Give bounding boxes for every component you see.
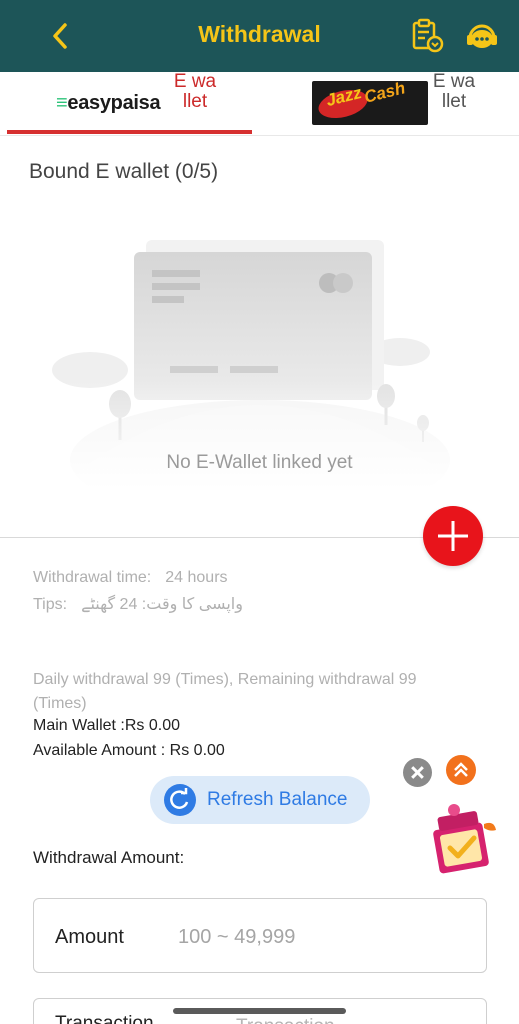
- withdrawal-time-value: 24 hours: [165, 569, 228, 586]
- tab-jazzcash-label: E wallet: [432, 71, 476, 112]
- active-tab-indicator: [7, 130, 252, 134]
- empty-wallet-illustration: [40, 240, 480, 490]
- chevron-left-icon: [53, 23, 67, 49]
- easypaisa-mark-icon: ≡: [56, 92, 68, 114]
- withdrawal-time-row: Withdrawal time: 24 hours: [33, 569, 228, 587]
- double-chevron-up-icon: [454, 762, 468, 777]
- empty-state-text: No E-Wallet linked yet: [166, 452, 353, 473]
- withdrawal-history-button[interactable]: [408, 18, 446, 54]
- promo-gift-button[interactable]: [424, 800, 504, 880]
- available-amount: Available Amount : Rs 0.00: [33, 742, 225, 759]
- bound-wallet-title: Bound E wallet (0/5): [29, 160, 219, 183]
- top-bar: Withdrawal: [0, 0, 519, 72]
- tips-row: Tips: واپسی کا وقت: 24 گھنٹے: [33, 594, 243, 614]
- amount-field: Amount: [33, 898, 487, 973]
- gift-box-icon: [433, 804, 496, 874]
- withdrawal-time-label: Withdrawal time:: [33, 569, 152, 586]
- headset-icon: [467, 24, 497, 48]
- home-indicator[interactable]: [173, 1008, 346, 1014]
- amount-label: Amount: [55, 926, 124, 948]
- jazzcash-logo-cash: Cash: [362, 81, 408, 107]
- add-wallet-button[interactable]: [423, 506, 483, 566]
- transaction-label: Transaction: [55, 1013, 154, 1024]
- refresh-balance-button[interactable]: Refresh Balance: [150, 776, 370, 824]
- transaction-password-input[interactable]: [236, 1013, 476, 1024]
- tips-label: Tips:: [33, 596, 68, 613]
- main-wallet-balance: Main Wallet :Rs 0.00: [33, 717, 181, 734]
- close-floating-button[interactable]: [403, 758, 432, 787]
- withdrawal-amount-label: Withdrawal Amount:: [33, 848, 185, 867]
- clipboard-download-icon: [412, 18, 444, 53]
- tab-jazzcash[interactable]: Jazz Cash E wallet: [260, 72, 519, 136]
- refresh-icon: [164, 784, 196, 816]
- tab-easypaisa-label: E wallet: [173, 71, 217, 112]
- scroll-up-button[interactable]: [446, 755, 476, 785]
- tab-easypaisa[interactable]: ≡easypaisa E wallet: [0, 72, 260, 136]
- refresh-balance-label: Refresh Balance: [207, 789, 348, 810]
- easypaisa-logo-text: easypaisa: [67, 92, 161, 114]
- daily-withdrawal-text: Daily withdrawal 99 (Times), Remaining w…: [33, 671, 417, 712]
- back-button[interactable]: [44, 18, 78, 54]
- jazzcash-logo: Jazz Cash: [312, 81, 428, 125]
- amount-input[interactable]: [178, 921, 468, 953]
- easypaisa-logo: ≡easypaisa: [56, 92, 161, 115]
- wallet-tabs: ≡easypaisa E wallet Jazz Cash E wallet: [0, 72, 519, 136]
- tips-value: واپسی کا وقت: 24 گھنٹے: [81, 596, 243, 613]
- customer-service-button[interactable]: [462, 18, 502, 54]
